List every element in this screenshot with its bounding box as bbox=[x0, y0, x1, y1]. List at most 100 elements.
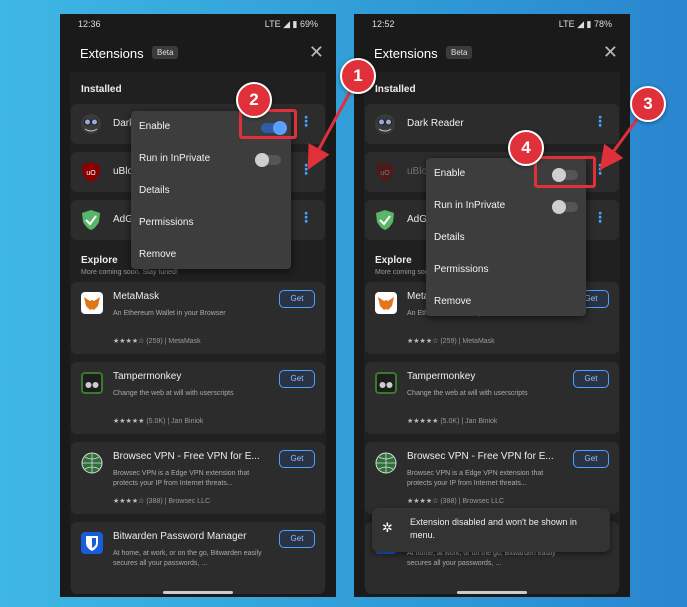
more-options-icon[interactable]: ⋮ bbox=[593, 210, 607, 224]
store-item-name: MetaMask bbox=[113, 291, 160, 302]
get-button[interactable]: Get bbox=[279, 450, 315, 468]
get-button[interactable]: Get bbox=[573, 450, 609, 468]
metamask-icon bbox=[81, 292, 103, 314]
rating-stars: ★★★★★ bbox=[407, 418, 439, 425]
store-item-description: Change the web at will with userscripts bbox=[407, 390, 528, 397]
store-item-browsec[interactable]: Browsec VPN - Free VPN for E... Browsec … bbox=[365, 442, 619, 514]
more-options-icon[interactable]: ⋮ bbox=[593, 114, 607, 128]
clock: 12:36 bbox=[78, 19, 101, 29]
metamask-icon bbox=[375, 292, 397, 314]
bitwarden-icon bbox=[81, 532, 103, 554]
store-item-name: Browsec VPN - Free VPN for E... bbox=[407, 451, 554, 462]
menu-item-run-inprivate[interactable]: Run in InPrivate bbox=[139, 153, 210, 164]
browsec-icon bbox=[81, 452, 103, 474]
rating-meta: (259) | MetaMask bbox=[440, 338, 495, 345]
rating-stars: ★★★★☆ bbox=[407, 338, 439, 345]
get-button[interactable]: Get bbox=[279, 530, 315, 548]
beta-badge: Beta bbox=[152, 46, 179, 59]
menu-item-enable[interactable]: Enable bbox=[434, 168, 465, 179]
store-item-description: At home, at work, or on the go, Bitwarde… bbox=[407, 550, 556, 567]
callout-4: 4 bbox=[508, 130, 544, 166]
inprivate-toggle[interactable] bbox=[255, 153, 281, 167]
get-button[interactable]: Get bbox=[573, 370, 609, 388]
store-item-meta: ★★★★★ (5.0K) | Jan Biniok bbox=[113, 417, 203, 425]
extension-name: Dark Reader bbox=[407, 118, 464, 129]
inprivate-toggle[interactable] bbox=[552, 200, 578, 214]
callout-1: 1 bbox=[340, 58, 376, 94]
toast-notification: ✲ Extension disabled and won't be shown … bbox=[372, 508, 610, 552]
store-item-description: Browsec VPN is a Edge VPN extension that… bbox=[113, 470, 250, 487]
home-indicator bbox=[163, 591, 233, 594]
menu-item-run-inprivate[interactable]: Run in InPrivate bbox=[434, 200, 505, 211]
menu-item-permissions[interactable]: Permissions bbox=[139, 217, 193, 228]
ublock-icon: uO bbox=[82, 162, 100, 182]
menu-item-enable[interactable]: Enable bbox=[139, 121, 170, 132]
rating-stars: ★★★★★ bbox=[113, 418, 145, 425]
home-indicator bbox=[457, 591, 527, 594]
dark-reader-icon bbox=[81, 114, 101, 134]
get-button[interactable]: Get bbox=[279, 370, 315, 388]
store-item-description: At home, at work, or on the go, Bitwarde… bbox=[113, 550, 262, 567]
store-item-name: Browsec VPN - Free VPN for E... bbox=[113, 451, 260, 462]
rating-meta: (259) | MetaMask bbox=[146, 338, 201, 345]
menu-item-remove[interactable]: Remove bbox=[434, 296, 471, 307]
store-item-tampermonkey[interactable]: Tampermonkey Change the web at will with… bbox=[71, 362, 325, 434]
rating-meta: (388) | Browsec LLC bbox=[146, 498, 211, 505]
store-item-browsec[interactable]: Browsec VPN - Free VPN for E... Browsec … bbox=[71, 442, 325, 514]
tampermonkey-icon bbox=[375, 372, 397, 394]
menu-item-details[interactable]: Details bbox=[139, 185, 170, 196]
more-options-icon[interactable]: ⋮ bbox=[299, 210, 313, 224]
installed-heading: Installed bbox=[81, 84, 122, 95]
store-item-name: Bitwarden Password Manager bbox=[113, 531, 247, 542]
rating-stars: ★★★★☆ bbox=[113, 498, 145, 505]
store-item-bitwarden[interactable]: Bitwarden Password Manager At home, at w… bbox=[71, 522, 325, 594]
adguard-icon bbox=[376, 210, 394, 230]
store-item-meta: ★★★★★ (5.0K) | Jan Biniok bbox=[407, 417, 497, 425]
menu-item-remove[interactable]: Remove bbox=[139, 249, 176, 260]
phone-screen-right: 12:52 LTE ◢ ▮ 78% Extensions Beta ✕ Inst… bbox=[354, 14, 630, 597]
store-item-description: Change the web at will with userscripts bbox=[113, 390, 234, 397]
rating-meta: (5.0K) | Jan Biniok bbox=[440, 418, 498, 425]
enable-toggle-highlight bbox=[534, 156, 596, 188]
page-title: Extensions bbox=[374, 46, 438, 61]
explore-heading: Explore bbox=[375, 255, 412, 266]
get-button[interactable]: Get bbox=[279, 290, 315, 308]
store-item-meta: ★★★★☆ (259) | MetaMask bbox=[113, 337, 201, 345]
rating-meta: (388) | Browsec LLC bbox=[440, 498, 505, 505]
svg-text:uO: uO bbox=[86, 170, 96, 177]
store-item-tampermonkey[interactable]: Tampermonkey Change the web at will with… bbox=[365, 362, 619, 434]
installed-item-dark-reader[interactable]: Dark Reader ⋮ bbox=[365, 104, 619, 144]
store-item-description: An Ethereum Wallet in your Browser bbox=[113, 310, 226, 317]
menu-item-permissions[interactable]: Permissions bbox=[434, 264, 488, 275]
store-item-meta: ★★★★☆ (388) | Browsec LLC bbox=[407, 497, 504, 505]
clock: 12:52 bbox=[372, 19, 395, 29]
store-item-name: Tampermonkey bbox=[113, 371, 182, 382]
extensions-header: Extensions Beta ✕ bbox=[354, 42, 630, 74]
ublock-icon: uO bbox=[376, 162, 394, 182]
dark-reader-icon bbox=[375, 114, 395, 134]
extensions-header: Extensions Beta ✕ bbox=[60, 42, 336, 74]
svg-text:uO: uO bbox=[380, 170, 390, 177]
close-icon[interactable]: ✕ bbox=[603, 42, 618, 63]
beta-badge: Beta bbox=[446, 46, 473, 59]
callout-2: 2 bbox=[236, 82, 272, 118]
rating-stars: ★★★★☆ bbox=[407, 498, 439, 505]
status-indicators: LTE ◢ ▮ 69% bbox=[264, 19, 318, 29]
status-bar: 12:36 LTE ◢ ▮ 69% bbox=[60, 14, 336, 34]
adguard-icon bbox=[82, 210, 100, 230]
more-options-icon[interactable]: ⋮ bbox=[299, 114, 313, 128]
phone-screen-left: 12:36 LTE ◢ ▮ 69% Extensions Beta ✕ Inst… bbox=[60, 14, 336, 597]
store-item-meta: ★★★★☆ (388) | Browsec LLC bbox=[113, 497, 210, 505]
browsec-icon bbox=[375, 452, 397, 474]
explore-heading: Explore bbox=[81, 255, 118, 266]
page-title: Extensions bbox=[80, 46, 144, 61]
close-icon[interactable]: ✕ bbox=[309, 42, 324, 63]
installed-heading: Installed bbox=[375, 84, 416, 95]
store-item-metamask[interactable]: MetaMask An Ethereum Wallet in your Brow… bbox=[71, 282, 325, 354]
more-options-icon[interactable]: ⋮ bbox=[299, 162, 313, 176]
callout-3: 3 bbox=[630, 86, 666, 122]
store-item-meta: ★★★★☆ (259) | MetaMask bbox=[407, 337, 495, 345]
store-item-name: Tampermonkey bbox=[407, 371, 476, 382]
tampermonkey-icon bbox=[81, 372, 103, 394]
menu-item-details[interactable]: Details bbox=[434, 232, 465, 243]
